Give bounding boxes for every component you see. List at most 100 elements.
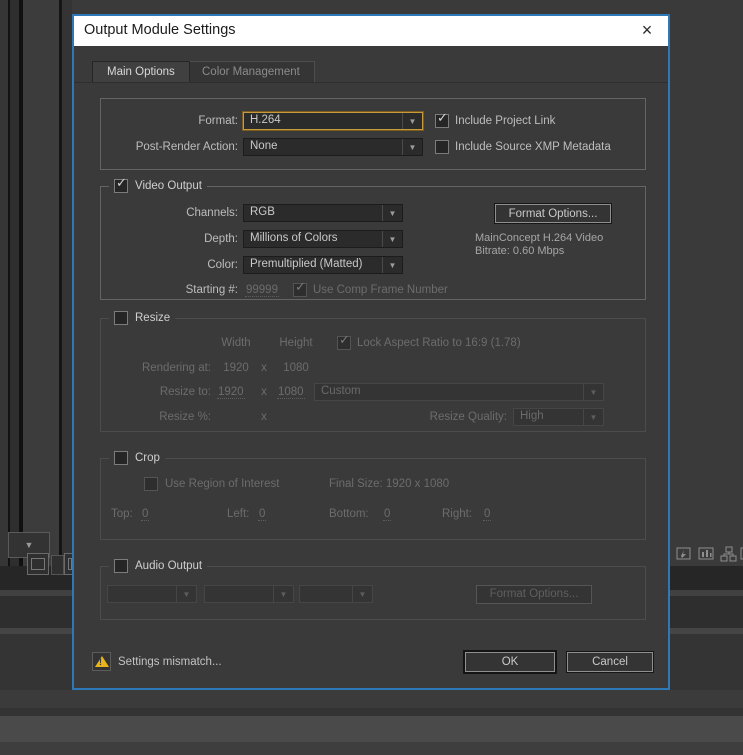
frame-icon: [31, 558, 45, 570]
cancel-label: Cancel: [592, 656, 628, 668]
resize-legend: ✓ Resize: [109, 310, 176, 326]
chevron-down-icon: ▼: [352, 586, 372, 602]
check-icon: ✓: [294, 279, 306, 294]
audio-rate-value: [108, 586, 176, 602]
title-bar: Output Module Settings ×: [74, 16, 668, 46]
rendering-width: 1920: [223, 362, 249, 374]
format-group: Format: H.264 ▼ ✓ Include Project Link P…: [100, 98, 646, 170]
chevron-down-icon: ▼: [402, 113, 422, 129]
chevron-down-icon: ▼: [176, 586, 196, 602]
height-header: Height: [279, 337, 313, 349]
settings-mismatch-text: Settings mismatch...: [118, 656, 222, 668]
bg-strip: [10, 0, 19, 588]
starting-number-label: Starting #:: [185, 284, 238, 296]
tab-label: Main Options: [107, 66, 175, 78]
chevron-down-icon: ▼: [583, 409, 603, 425]
audio-depth-value: [205, 586, 273, 602]
resize-percent-label: Resize %:: [159, 411, 211, 423]
width-header: Width: [221, 337, 251, 349]
resize-preset-dropdown: Custom ▼: [314, 383, 604, 401]
chevron-down-icon: ▼: [382, 257, 402, 273]
audio-channels-value: [300, 586, 352, 602]
tab-color-management[interactable]: Color Management: [187, 61, 315, 82]
post-render-label: Post-Render Action:: [135, 141, 238, 153]
crop-right-value: 0: [483, 507, 492, 521]
lock-aspect-checkbox: ✓: [337, 332, 351, 350]
include-project-link-checkbox[interactable]: ✓: [435, 110, 449, 128]
color-value: Premultiplied (Matted): [250, 258, 363, 270]
include-xmp-label: Include Source XMP Metadata: [455, 141, 611, 153]
audio-output-legend: ✓ Audio Output: [109, 558, 208, 574]
crop-left-label: Left:: [227, 508, 250, 520]
format-label: Format:: [198, 115, 238, 127]
depth-value: Millions of Colors: [250, 232, 338, 244]
chevron-down-icon: ▼: [583, 384, 603, 400]
depth-dropdown[interactable]: Millions of Colors ▼: [243, 230, 403, 248]
check-icon: ✓: [339, 332, 350, 347]
crop-group: ✓ Crop ✓ Use Region of Interest Final Si…: [100, 450, 646, 540]
graph-editor-icon: [698, 546, 715, 565]
format-options-label: Format Options...: [508, 207, 598, 220]
post-render-dropdown[interactable]: None ▼: [243, 138, 423, 156]
tab-label: Color Management: [202, 66, 300, 78]
cancel-button[interactable]: Cancel: [567, 652, 653, 672]
format-options-button[interactable]: Format Options...: [495, 204, 611, 223]
crop-title: Crop: [135, 452, 160, 464]
channels-dropdown[interactable]: RGB ▼: [243, 204, 403, 222]
settings-mismatch-warning-button[interactable]: !: [92, 652, 111, 671]
resize-checkbox[interactable]: ✓: [114, 311, 128, 325]
ok-label: OK: [501, 656, 519, 668]
resize-quality-label: Resize Quality:: [429, 411, 507, 423]
dialog-title: Output Module Settings: [84, 22, 236, 38]
warning-icon: !: [94, 656, 109, 667]
audio-rate-dropdown: ▼: [107, 585, 197, 603]
x-separator: x: [261, 411, 267, 423]
bg-band: [0, 742, 743, 755]
output-module-settings-dialog: Output Module Settings × Main Options Co…: [72, 14, 670, 690]
crop-bottom-value: 0: [383, 507, 392, 521]
resize-quality-value: High: [520, 410, 544, 422]
depth-label: Depth:: [204, 233, 238, 245]
resize-height-value: 1080: [277, 385, 305, 399]
bg-band: [0, 708, 743, 716]
audio-output-group: ✓ Audio Output ▼ ▼ ▼ Format Options...: [100, 558, 646, 620]
ok-button[interactable]: OK: [465, 652, 555, 672]
check-icon: ✓: [437, 110, 448, 125]
close-icon[interactable]: ×: [636, 18, 658, 42]
chevron-down-icon: ▼: [24, 540, 34, 550]
chevron-down-icon: ▼: [382, 205, 402, 221]
starting-number-value: 99999: [245, 283, 279, 297]
use-roi-label: Use Region of Interest: [165, 478, 280, 490]
x-separator: x: [261, 362, 267, 374]
warning-mark: !: [99, 657, 102, 667]
tab-main-options[interactable]: Main Options: [92, 61, 190, 82]
format-dropdown[interactable]: H.264 ▼: [243, 112, 423, 130]
bg-strip: [0, 0, 8, 588]
audio-format-options-button: Format Options...: [476, 584, 592, 604]
audio-depth-dropdown: ▼: [204, 585, 294, 603]
audio-channels-dropdown: ▼: [299, 585, 373, 603]
audio-output-checkbox[interactable]: ✓: [114, 559, 128, 573]
crop-bottom-label: Bottom:: [329, 508, 369, 520]
post-render-value: None: [250, 140, 278, 152]
crop-legend: ✓ Crop: [109, 450, 165, 466]
bg-band: [0, 716, 743, 742]
bg-strip: [23, 0, 59, 588]
video-output-group: ✓ Video Output Channels: RGB ▼ Depth: Mi…: [100, 175, 646, 300]
codec-line1: MainConcept H.264 Video: [475, 232, 604, 244]
include-project-link-label: Include Project Link: [455, 115, 556, 127]
video-output-checkbox[interactable]: ✓: [114, 175, 128, 193]
resize-group: ✓ Resize Width Height ✓ Lock Aspect Rati…: [100, 310, 646, 432]
resize-width-value: 1920: [217, 385, 245, 399]
color-dropdown[interactable]: Premultiplied (Matted) ▼: [243, 256, 403, 274]
crop-right-label: Right:: [442, 508, 473, 520]
render-icon: [676, 546, 692, 565]
color-label: Color:: [207, 259, 238, 271]
crop-checkbox[interactable]: ✓: [114, 451, 128, 465]
rendering-at-label: Rendering at:: [141, 362, 211, 374]
chevron-down-icon: ▼: [273, 586, 293, 602]
include-xmp-checkbox[interactable]: ✓: [435, 140, 449, 154]
crop-top-value: 0: [141, 507, 150, 521]
rendering-height: 1080: [283, 362, 309, 374]
resize-title: Resize: [135, 312, 171, 324]
